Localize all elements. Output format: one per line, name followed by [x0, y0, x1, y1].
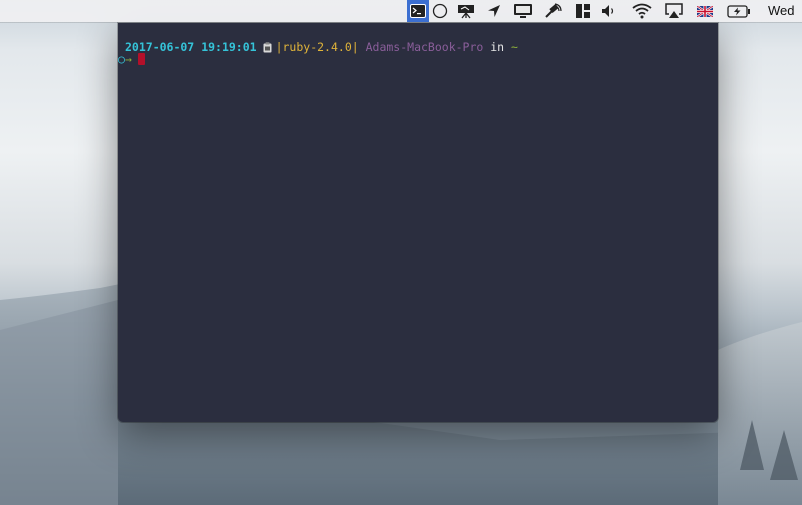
- menu-bar: Wed: [0, 0, 802, 22]
- prompt-time: 19:19:01: [201, 40, 257, 54]
- hostname: Adams-MacBook-Pro: [365, 40, 484, 54]
- status-symbol: ○: [118, 52, 125, 66]
- menu-bar-clock[interactable]: Wed: [768, 0, 795, 22]
- volume-icon[interactable]: [600, 0, 618, 22]
- prompt-line: 2017-06-07 19:19:01 |ruby-2.4.0| Adams-Ma…: [125, 40, 518, 56]
- current-directory: ~: [511, 40, 518, 54]
- uk-flag-icon[interactable]: [695, 0, 715, 22]
- window-layout-icon[interactable]: [574, 0, 592, 22]
- text-cursor: [137, 53, 145, 65]
- satellite-icon[interactable]: [542, 0, 564, 22]
- display-icon[interactable]: [511, 0, 535, 22]
- terminal-icon[interactable]: [407, 0, 429, 22]
- terminal-window[interactable]: 2017-06-07 19:19:01 |ruby-2.4.0| Adams-Ma…: [118, 23, 718, 422]
- location-arrow-icon[interactable]: [486, 0, 502, 22]
- wifi-icon[interactable]: [630, 0, 654, 22]
- clipboard-icon: [263, 42, 272, 56]
- prompt-arrow: →: [124, 52, 132, 66]
- battery-charging-icon[interactable]: [726, 0, 752, 22]
- keynote-icon[interactable]: [455, 0, 477, 22]
- circle-icon[interactable]: [431, 0, 449, 22]
- airplay-icon[interactable]: [663, 0, 685, 22]
- prompt-in-word: in: [490, 40, 505, 54]
- ruby-version: |ruby-2.4.0|: [275, 40, 359, 54]
- input-line[interactable]: ○ →: [118, 52, 145, 66]
